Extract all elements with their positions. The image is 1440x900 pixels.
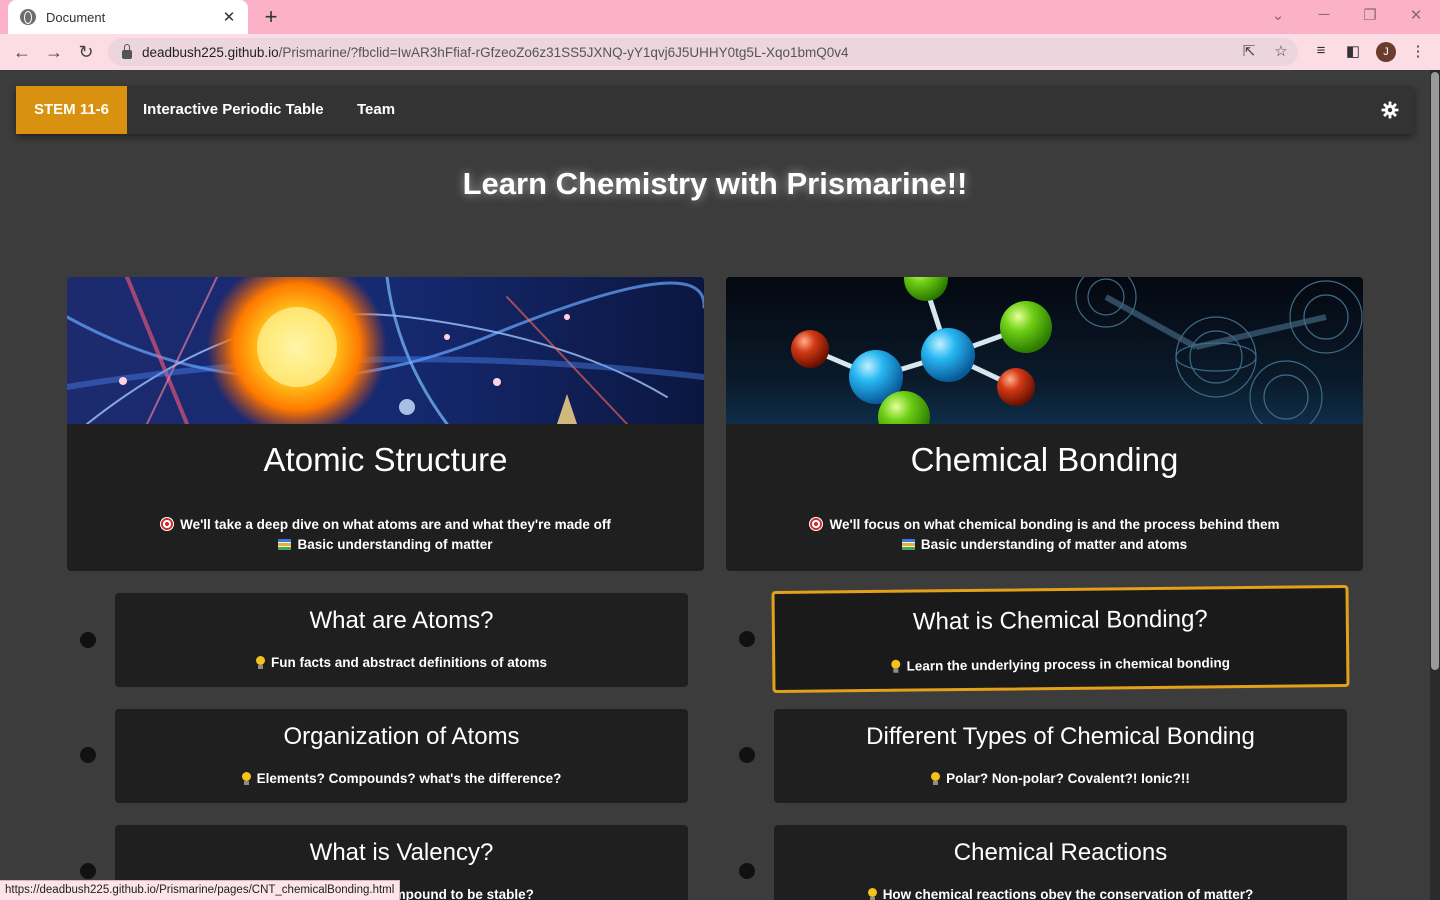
card-prereq: Basic understanding of matter — [67, 537, 704, 552]
lesson-desc: How chemical reactions obey the conserva… — [774, 887, 1347, 900]
browser-toolbar: ← → ↻ deadbush225.github.io/Prismarine/?… — [0, 34, 1440, 70]
card-chemical-bonding[interactable]: Chemical Bonding We'll focus on what che… — [726, 277, 1363, 571]
menu-icon[interactable]: ⋮ — [1407, 42, 1429, 60]
address-bar[interactable]: deadbush225.github.io/Prismarine/?fbclid… — [108, 38, 1298, 66]
molecule-image — [726, 277, 1363, 424]
list-bullet — [80, 863, 96, 879]
forward-icon[interactable]: → — [42, 41, 66, 63]
lesson-types-of-chemical-bonding[interactable]: Different Types of Chemical Bonding Pola… — [774, 709, 1347, 803]
lesson-desc: Fun facts and abstract definitions of at… — [115, 655, 688, 670]
target-icon — [809, 517, 824, 531]
lesson-title: Organization of Atoms — [283, 723, 520, 750]
new-tab-button[interactable]: + — [258, 4, 284, 30]
card-atomic-structure[interactable]: Atomic Structure We'll take a deep dive … — [67, 277, 704, 571]
lightbulb-icon — [931, 772, 941, 785]
lightbulb-icon — [867, 888, 877, 900]
share-icon[interactable]: ⇱ — [1238, 42, 1260, 60]
lightbulb-icon — [255, 656, 265, 669]
books-icon — [278, 539, 292, 550]
list-bullet — [739, 747, 755, 763]
window-close-icon[interactable]: ✕ — [1404, 6, 1428, 24]
lesson-chemical-reactions[interactable]: Chemical Reactions How chemical reaction… — [774, 825, 1347, 900]
card-title: Atomic Structure — [263, 441, 508, 478]
brand-link[interactable]: STEM 11-6 — [16, 86, 127, 134]
lesson-what-is-chemical-bonding[interactable]: What is Chemical Bonding? Learn the unde… — [771, 584, 1350, 694]
card-goal: We'll focus on what chemical bonding is … — [726, 517, 1363, 532]
globe-icon — [20, 9, 36, 25]
list-bullet — [80, 632, 96, 648]
profile-avatar[interactable]: J — [1376, 42, 1396, 62]
card-prereq: Basic understanding of matter and atoms — [726, 537, 1363, 552]
list-bullet — [739, 863, 755, 879]
back-icon[interactable]: ← — [10, 41, 34, 63]
browser-tabstrip: Document ✕ + ⌄ ─ ❐ ✕ — [0, 0, 1440, 34]
scrollbar-thumb[interactable] — [1431, 72, 1439, 670]
atom-image — [67, 277, 704, 424]
url-text: deadbush225.github.io/Prismarine/?fbclid… — [142, 44, 849, 60]
star-icon[interactable]: ☆ — [1270, 42, 1292, 60]
list-bullet — [80, 747, 96, 763]
minimize-icon[interactable]: ─ — [1312, 6, 1336, 23]
lightbulb-icon — [241, 772, 251, 785]
restore-icon[interactable]: ❐ — [1358, 6, 1382, 24]
lesson-what-are-atoms[interactable]: What are Atoms? Fun facts and abstract d… — [115, 593, 688, 687]
media-icon[interactable]: ≡ — [1310, 42, 1332, 59]
nav-link-periodic-table[interactable]: Interactive Periodic Table — [143, 86, 324, 134]
lesson-title: What are Atoms? — [309, 607, 494, 634]
gear-icon[interactable] — [1380, 100, 1400, 120]
link-status-bar: https://deadbush225.github.io/Prismarine… — [0, 880, 401, 900]
close-tab-icon[interactable]: ✕ — [220, 8, 238, 26]
lesson-title: Chemical Reactions — [953, 839, 1168, 866]
page-content: STEM 11-6 Interactive Periodic Table Tea… — [0, 70, 1430, 900]
browser-tab[interactable]: Document ✕ — [8, 0, 248, 34]
tab-title: Document — [46, 9, 106, 25]
lock-icon — [122, 43, 132, 59]
card-goal: We'll take a deep dive on what atoms are… — [67, 517, 704, 532]
card-title: Chemical Bonding — [910, 441, 1179, 478]
lesson-organization-of-atoms[interactable]: Organization of Atoms Elements? Compound… — [115, 709, 688, 803]
target-icon — [160, 517, 175, 531]
lightbulb-icon — [892, 660, 901, 673]
lesson-desc: Elements? Compounds? what's the differen… — [115, 771, 688, 786]
tab-search-icon[interactable]: ⌄ — [1266, 6, 1290, 24]
list-bullet — [739, 631, 755, 647]
lesson-desc: Learn the underlying process in chemical… — [775, 654, 1346, 675]
lesson-title: Different Types of Chemical Bonding — [866, 723, 1255, 750]
nav-link-team[interactable]: Team — [357, 86, 395, 134]
site-navbar: STEM 11-6 Interactive Periodic Table Tea… — [16, 86, 1414, 134]
page-title: Learn Chemistry with Prismarine!! — [462, 166, 968, 201]
lesson-title: What is Chemical Bonding? — [912, 605, 1208, 636]
reload-icon[interactable]: ↻ — [74, 41, 98, 63]
lesson-desc: Polar? Non-polar? Covalent?! Ionic?!! — [774, 771, 1347, 786]
books-icon — [901, 539, 915, 550]
lesson-title: What is Valency? — [309, 839, 494, 866]
sidepanel-icon[interactable]: ◧ — [1342, 42, 1364, 60]
